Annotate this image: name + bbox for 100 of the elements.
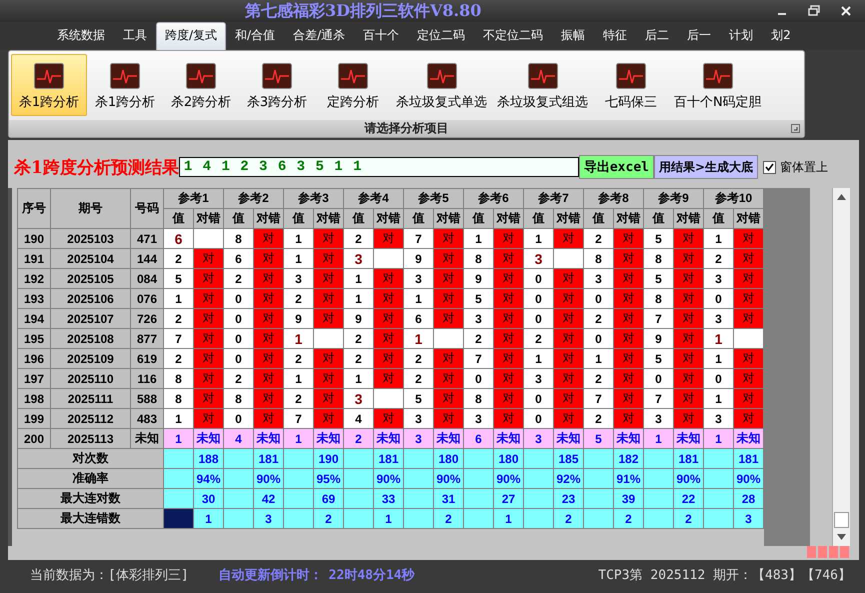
table-cell: 5: [164, 268, 194, 288]
menu-tab[interactable]: 和/合值: [226, 22, 284, 50]
ribbon-button[interactable]: 杀1跨分析: [87, 54, 163, 116]
scroll-thumb[interactable]: [834, 512, 849, 528]
menu-tab[interactable]: 合差/通杀: [284, 22, 354, 50]
scroll-up-icon[interactable]: [837, 194, 846, 200]
restore-icon[interactable]: [807, 4, 821, 18]
menu-tab[interactable]: 振幅: [552, 22, 594, 50]
table-cell: 2: [464, 328, 494, 348]
ribbon-button[interactable]: 杀垃圾复式组选: [492, 54, 593, 116]
export-button[interactable]: 导出excel: [578, 155, 654, 179]
table-cell: 1: [344, 368, 374, 388]
table-cell: 对: [254, 408, 284, 428]
ribbon-button[interactable]: 百十个N码定胆: [669, 54, 767, 116]
menu-tab[interactable]: 跨度/复式: [156, 22, 226, 50]
checkbox[interactable]: [763, 160, 776, 174]
table-cell: 1: [164, 288, 194, 308]
table-cell: 619: [130, 348, 164, 368]
table-cell: 2: [404, 368, 434, 388]
selected-cell[interactable]: [164, 508, 194, 528]
table-cell: 3: [404, 428, 434, 448]
pulse-chart-icon: [110, 63, 140, 89]
table-cell: 对: [374, 288, 404, 308]
table-cell: 1: [164, 408, 194, 428]
table-cell: 3: [464, 408, 494, 428]
pulse-chart-icon: [186, 63, 216, 89]
ribbon-button[interactable]: 杀2跨分析: [163, 54, 239, 116]
column-header: 对错: [554, 208, 584, 228]
generate-button[interactable]: 用结果>生成大底: [654, 155, 758, 179]
table-cell: 最大连错数: [18, 508, 164, 528]
table-cell: 0: [524, 408, 554, 428]
column-header: 期号: [50, 188, 130, 228]
table-cell: 0: [644, 368, 674, 388]
ribbon-button[interactable]: 杀3跨分析: [239, 54, 315, 116]
table-cell: 1: [704, 348, 734, 368]
ribbon-button[interactable]: 定跨分析: [315, 54, 391, 116]
table-cell: 0: [584, 328, 614, 348]
table-cell: 30: [194, 488, 224, 508]
table-cell: 8: [164, 368, 194, 388]
table-cell: 1: [704, 328, 734, 348]
menu-tab[interactable]: 百十个: [354, 22, 408, 50]
dialog-launcher-icon[interactable]: [791, 124, 800, 133]
table-cell: 对: [194, 308, 224, 328]
table-cell: 193: [18, 288, 50, 308]
column-header: 值: [164, 208, 194, 228]
table-cell: 23: [554, 488, 584, 508]
table-cell: 92%: [554, 468, 584, 488]
table-cell: 7: [644, 388, 674, 408]
menu-tab[interactable]: 不定位二码: [474, 22, 552, 50]
ribbon-button[interactable]: 七码保三: [593, 54, 669, 116]
table-cell: 对: [554, 308, 584, 328]
table-cell: 3: [524, 428, 554, 448]
table-cell: 6: [404, 308, 434, 328]
table-cell: 对: [614, 308, 644, 328]
menu-tab[interactable]: 后二: [636, 22, 678, 50]
table-cell: 对: [494, 408, 524, 428]
table-cell: 69: [314, 488, 344, 508]
table-cell: 对: [674, 228, 704, 248]
menu-tab[interactable]: 系统数据: [48, 22, 114, 50]
table-cell: 2: [344, 428, 374, 448]
scrollbar[interactable]: [832, 188, 850, 546]
table-cell: 4: [344, 408, 374, 428]
latest-draw-text: TCP3第 2025112 期开：【483】【746】: [598, 567, 851, 584]
table-cell: 7: [404, 228, 434, 248]
table-cell: 180: [434, 448, 464, 468]
table-cell: 对: [614, 348, 644, 368]
menu-tab[interactable]: 特征: [594, 22, 636, 50]
table-cell: 3: [254, 508, 284, 528]
column-header: 值: [464, 208, 494, 228]
table-cell: 对: [734, 268, 764, 288]
result-title: 杀1跨度分析预测结果: [14, 156, 179, 178]
table-cell: 7: [464, 348, 494, 368]
table-cell: 2: [344, 348, 374, 368]
table-cell: 0: [224, 408, 254, 428]
scroll-down-icon[interactable]: [837, 534, 846, 540]
ribbon-button[interactable]: 杀垃圾复式单选: [391, 54, 492, 116]
menu-tab[interactable]: 工具: [114, 22, 156, 50]
table-cell: 9: [344, 308, 374, 328]
table-cell: 对: [614, 388, 644, 408]
ribbon-button[interactable]: 杀1跨分析: [11, 54, 87, 116]
table-cell: 对: [614, 248, 644, 268]
menu-tab[interactable]: 定位二码: [408, 22, 474, 50]
table-cell: 对: [614, 228, 644, 248]
result-field[interactable]: 1 4 1 2 3 6 3 5 1 1: [178, 157, 579, 177]
status-indicator: [840, 546, 849, 558]
pulse-chart-icon: [426, 63, 456, 89]
checkbox-label: 窗体置上: [780, 158, 828, 176]
close-icon[interactable]: [839, 4, 853, 18]
table-cell: 1: [284, 428, 314, 448]
menu-tab[interactable]: 后一: [678, 22, 720, 50]
table-cell: 对: [614, 408, 644, 428]
table-cell: 对: [674, 248, 704, 268]
pulse-chart-icon: [528, 63, 558, 89]
table-cell: 2025112: [50, 408, 130, 428]
menu-tab[interactable]: 计划: [720, 22, 762, 50]
menu-tab[interactable]: 划2: [762, 22, 800, 50]
table-cell: 对: [254, 228, 284, 248]
table-cell: 未知: [434, 428, 464, 448]
table-cell: 185: [554, 448, 584, 468]
table-cell: 对: [374, 308, 404, 328]
